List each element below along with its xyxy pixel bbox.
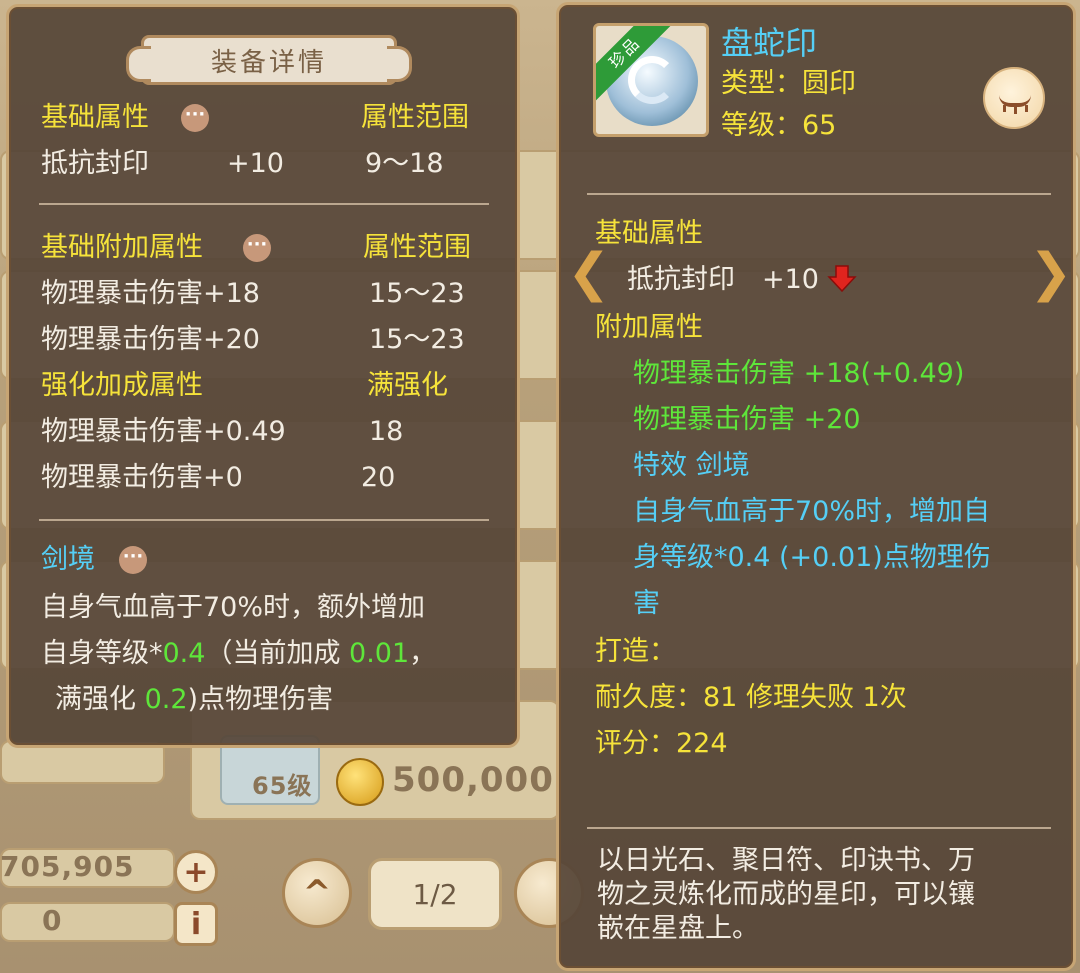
divider [587, 827, 1051, 829]
eye-lash [1014, 107, 1017, 114]
description-line: 以日光石、聚日符、印诀书、万 [597, 845, 975, 876]
effect-coefficient: 0.4 [162, 638, 206, 669]
forge-label: 打造： [595, 636, 676, 667]
effect-title: 特效 剑境 [633, 450, 750, 481]
more-icon[interactable]: ··· [243, 234, 271, 262]
effect-text: ， [409, 638, 437, 669]
enhance-attr-row: 物理暴击伤害+0.49 [41, 416, 286, 447]
effect-text: 满强化 [55, 684, 145, 715]
extra-attr-range: 15～23 [369, 278, 465, 309]
base-attr-header: 基础属性 [41, 102, 149, 133]
enhance-attr-row: 物理暴击伤害+0 [41, 462, 243, 493]
divider [587, 193, 1051, 195]
extra-stat: 物理暴击伤害 +20 [633, 404, 861, 435]
bg-gold-amount: 0 [42, 904, 63, 937]
bg-silver-amount: 705,905 [0, 850, 135, 883]
equipment-detail-panel: 装备详情 基础属性 ··· 属性范围 抵抗封印 +10 9～18 基础附加属性 … [6, 4, 520, 748]
coin-icon [336, 758, 384, 806]
durability: 耐久度：81 修理失败 1次 [595, 682, 907, 713]
effect-text: 自身等级* [41, 638, 163, 669]
effect-desc-line: 身等级*0.4 (+0.01)点物理伤 [633, 542, 991, 573]
eye-lash [1025, 105, 1028, 112]
extra-attr-header: 基础附加属性 [41, 232, 203, 263]
page-indicator: 1/2 [368, 858, 502, 930]
base-stat: 抵抗封印 +10 [627, 264, 819, 295]
snake-swirl-icon [628, 56, 676, 104]
bg-gold-bar [0, 902, 175, 942]
extra-attr-header: 附加属性 [595, 312, 703, 343]
extra-attr-range-header: 属性范围 [363, 232, 471, 263]
panel-title: 装备详情 [126, 35, 412, 85]
effect-desc-line: 害 [633, 588, 660, 619]
description-line: 物之灵炼化而成的星印，可以镶 [597, 879, 975, 910]
extra-attr-row: 物理暴击伤害+18 [41, 278, 260, 309]
item-type: 类型：圆印 [721, 68, 856, 99]
info-button[interactable]: i [174, 902, 218, 946]
effect-text: )点物理伤害 [187, 684, 334, 715]
base-attr-name: 抵抗封印 [41, 148, 149, 179]
page-up-button[interactable]: ^ [282, 858, 352, 928]
add-currency-button[interactable]: + [174, 850, 218, 894]
effect-desc-line: 自身气血高于70%时，额外增加 [41, 592, 426, 623]
item-description: 以日光石、聚日符、印诀书、万 物之灵炼化而成的星印，可以镶 嵌在星盘上。 [587, 831, 1047, 961]
base-attr-range-header: 属性范围 [361, 102, 469, 133]
item-tooltip-panel: 珍品 盘蛇印 类型：圆印 等级：65 基础属性 ❮ 抵抗封印 +10 ❯ 附加属… [556, 2, 1076, 971]
view-toggle-button[interactable] [983, 67, 1045, 129]
effect-desc-line: 自身气血高于70%时，增加自 [633, 496, 991, 527]
divider [39, 519, 489, 521]
base-attr-value: +10 [227, 148, 284, 179]
next-item-arrow[interactable]: ❯ [1029, 247, 1073, 299]
prev-item-arrow[interactable]: ❮ [567, 247, 611, 299]
enhance-attr-header: 强化加成属性 [41, 370, 203, 401]
eye-lash [1003, 105, 1006, 112]
extra-attr-range: 15～23 [369, 324, 465, 355]
score: 评分：224 [595, 728, 728, 759]
effect-name: 剑境 [41, 544, 95, 575]
item-icon: 珍品 [593, 23, 709, 137]
divider [39, 203, 489, 205]
base-attr-header: 基础属性 [595, 218, 703, 249]
extra-attr-row: 物理暴击伤害+20 [41, 324, 260, 355]
extra-stat: 物理暴击伤害 +18(+0.49) [633, 358, 965, 389]
more-icon[interactable]: ··· [119, 546, 147, 574]
effect-max-bonus: 0.2 [144, 684, 188, 715]
item-name: 盘蛇印 [721, 24, 818, 62]
item-level: 等级：65 [721, 110, 837, 141]
stat-down-icon [827, 265, 857, 293]
effect-desc-line: 自身等级*0.4（当前加成 0.01， [41, 637, 436, 671]
enhance-attr-max: 18 [369, 416, 404, 447]
bg-price: 500,000 [392, 760, 554, 800]
effect-text: （当前加成 [205, 638, 350, 669]
effect-desc-line: 满强化 0.2)点物理伤害 [55, 683, 333, 717]
enhance-attr-max: 20 [361, 462, 396, 493]
more-icon[interactable]: ··· [181, 104, 209, 132]
base-attr-range: 9～18 [365, 148, 444, 179]
bg-level-badge: 65级 [252, 772, 313, 800]
effect-current-bonus: 0.01 [349, 638, 410, 669]
description-line: 嵌在星盘上。 [597, 913, 759, 944]
enhance-attr-max-header: 满强化 [367, 370, 448, 401]
